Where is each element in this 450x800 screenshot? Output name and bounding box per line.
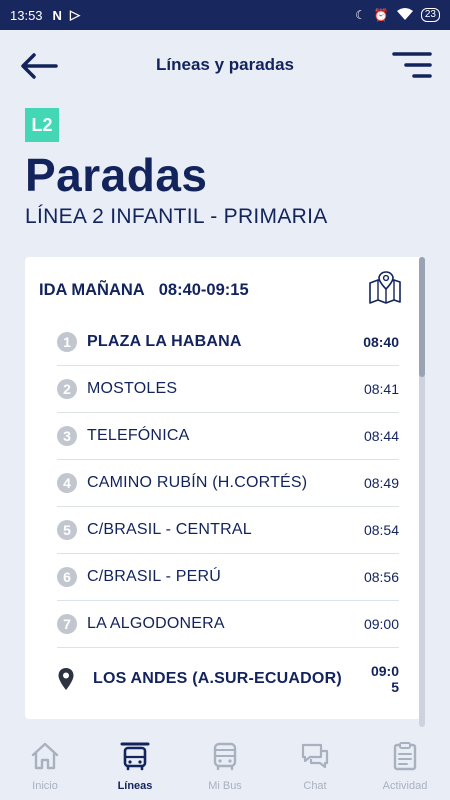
stop-number: 2: [57, 379, 77, 399]
stop-name: MOSTOLES: [87, 380, 178, 397]
stop-name: C/BRASIL - CENTRAL: [87, 521, 252, 538]
page-title: Líneas y paradas: [156, 55, 294, 74]
nav-item-inicio[interactable]: Inicio: [0, 728, 90, 800]
line-badge: L2: [25, 108, 59, 142]
stop-time: 08:41: [363, 381, 399, 397]
n-notification-icon: N: [52, 7, 62, 23]
stop-name: PLAZA LA HABANA: [87, 333, 242, 350]
stop-name: C/BRASIL - PERÚ: [87, 568, 221, 585]
route-hours: 08:40-09:15: [158, 280, 249, 299]
section-heading: Paradas: [25, 149, 208, 201]
scrollbar-thumb[interactable]: [419, 257, 425, 377]
stop-list: 1 PLAZA LA HABANA 08:40 2 MOSTOLES 08:41…: [57, 319, 399, 710]
bus-icon: [213, 742, 237, 771]
nav-label: Mi Bus: [208, 780, 242, 792]
nav-item-actividad[interactable]: Actividad: [360, 728, 450, 800]
stop-row[interactable]: 5 C/BRASIL - CENTRAL 08:54: [57, 507, 399, 554]
stop-name: TELEFÓNICA: [87, 427, 190, 444]
battery-icon: 23: [420, 8, 440, 22]
play-store-icon: ▷: [69, 7, 80, 22]
route-card: IDA MAÑANA 08:40-09:15 1 PLAZA LA HABANA…: [25, 257, 421, 719]
stop-row[interactable]: 4 CAMINO RUBÍN (H.CORTÉS) 08:49: [57, 460, 399, 507]
moon-icon: ☾: [355, 8, 366, 22]
stop-number: 7: [57, 614, 77, 634]
menu-icon: [392, 52, 432, 78]
nav-label: Líneas: [117, 780, 153, 792]
stop-time: 08:49: [363, 475, 399, 491]
stop-time: 09:05: [370, 663, 399, 695]
top-bar: Líneas y paradas: [0, 30, 450, 100]
final-stop-row[interactable]: LOS ANDES (A.SUR-ECUADOR) 09:05: [57, 648, 399, 710]
scrollbar[interactable]: [419, 257, 425, 727]
back-button[interactable]: [20, 52, 58, 80]
stop-time: 08:56: [363, 569, 399, 585]
home-icon: [31, 742, 59, 770]
stop-number: 1: [57, 332, 77, 352]
chat-icon: [301, 743, 329, 769]
nav-item-chat[interactable]: Chat: [270, 728, 360, 800]
stop-time: 08:40: [363, 334, 399, 350]
stop-name: LA ALGODONERA: [87, 615, 225, 632]
bottom-nav: Inicio Líneas Mi Bus Chat Actividad: [0, 728, 450, 800]
route-header: IDA MAÑANA 08:40-09:15: [39, 271, 407, 305]
stop-row[interactable]: 3 TELEFÓNICA 08:44: [57, 413, 399, 460]
stop-number: 4: [57, 473, 77, 493]
map-button[interactable]: [367, 269, 403, 305]
location-pin-icon: [58, 668, 74, 690]
alarm-icon: ⏰: [373, 8, 389, 22]
wifi-icon: [396, 7, 413, 23]
stop-row[interactable]: 7 LA ALGODONERA 09:00: [57, 601, 399, 648]
stop-row[interactable]: 1 PLAZA LA HABANA 08:40: [57, 319, 399, 366]
bus-stop-icon: [120, 742, 150, 771]
stop-row[interactable]: 2 MOSTOLES 08:41: [57, 366, 399, 413]
status-bar: 13:53 N ▷ ☾ ⏰ 23: [0, 0, 450, 30]
map-pin-icon: [369, 271, 401, 304]
stop-number: 3: [57, 426, 77, 446]
nav-label: Actividad: [382, 780, 428, 792]
status-time: 13:53: [10, 7, 43, 23]
stop-number: 6: [57, 567, 77, 587]
nav-label: Chat: [303, 780, 327, 792]
clipboard-icon: [393, 742, 417, 771]
stop-name: CAMINO RUBÍN (H.CORTÉS): [87, 474, 308, 491]
stop-row[interactable]: 6 C/BRASIL - PERÚ 08:56: [57, 554, 399, 601]
nav-item-mi-bus[interactable]: Mi Bus: [180, 728, 270, 800]
stop-time: 08:54: [363, 522, 399, 538]
stop-number: 5: [57, 520, 77, 540]
route-label: IDA MAÑANA: [39, 280, 145, 299]
nav-label: Inicio: [32, 780, 58, 792]
nav-item-lineas[interactable]: Líneas: [90, 728, 180, 800]
arrow-left-icon: [21, 53, 58, 79]
stop-time: 09:00: [363, 616, 399, 632]
stop-time: 08:44: [363, 428, 399, 444]
menu-button[interactable]: [392, 50, 432, 80]
line-name: LÍNEA 2 INFANTIL - PRIMARIA: [25, 205, 328, 228]
stop-name: LOS ANDES (A.SUR-ECUADOR): [93, 670, 342, 687]
